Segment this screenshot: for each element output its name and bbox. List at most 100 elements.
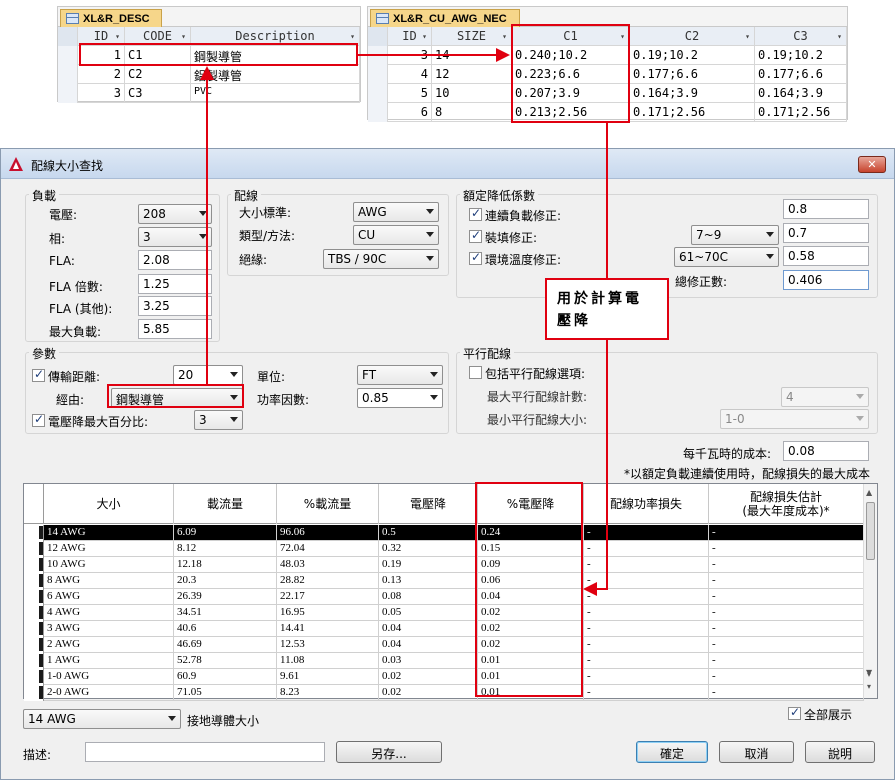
table-cell: -	[584, 637, 709, 653]
row-header[interactable]	[24, 685, 44, 701]
voltage-drop-checkbox[interactable]	[32, 412, 45, 427]
title-bar[interactable]: 配線大小查找 ✕	[1, 149, 894, 179]
distance-checkbox[interactable]	[32, 367, 45, 382]
cost-note: *以額定負載連續使用時，配線損失的最大成本	[624, 467, 871, 481]
row-header[interactable]	[24, 525, 44, 541]
table-row[interactable]: 2-0 AWG 71.05 8.23 0.02 0.01- -	[24, 685, 864, 701]
distance-label: 傳輸距離:	[48, 370, 101, 384]
ok-button[interactable]: 確定	[636, 741, 708, 763]
table-row[interactable]: 6 AWG 26.39 22.17 0.08 0.04- -	[24, 589, 864, 605]
cancel-button[interactable]: 取消	[719, 741, 794, 763]
table-icon	[66, 13, 79, 24]
row-header[interactable]	[24, 637, 44, 653]
max-load-label: 最大負載:	[49, 325, 102, 339]
fill-correction-checkbox[interactable]	[469, 228, 482, 243]
phase-label: 相:	[49, 232, 66, 246]
row-header[interactable]	[24, 589, 44, 605]
awg-table-tab[interactable]: XL&R_CU_AWG_NEC	[370, 9, 520, 27]
col-header-size[interactable]: 大小	[44, 484, 174, 524]
row-header[interactable]	[24, 605, 44, 621]
table-cell: 0.03	[379, 653, 478, 669]
col-header-ampacity-pct[interactable]: %載流量	[277, 484, 379, 524]
col-header-ampacity[interactable]: 載流量	[174, 484, 277, 524]
include-parallel-checkbox[interactable]	[469, 366, 482, 379]
ambient-temp-select[interactable]: 61~70C	[674, 247, 779, 267]
ground-size-select[interactable]: 14 AWG	[23, 709, 181, 729]
table-row[interactable]: 8 AWG 20.3 28.82 0.13 0.06- -	[24, 573, 864, 589]
table-row[interactable]: 4 AWG 34.51 16.95 0.05 0.02- -	[24, 605, 864, 621]
table-cell: -	[584, 589, 709, 605]
fla-other-input[interactable]: 3.25	[138, 296, 212, 316]
scroll-thumb[interactable]	[866, 502, 875, 560]
total-correction-input[interactable]: 0.406	[783, 270, 869, 290]
arrow-head-right-icon	[496, 48, 510, 62]
row-header[interactable]	[24, 621, 44, 637]
help-button[interactable]: 說明	[805, 741, 875, 763]
row-header[interactable]	[24, 557, 44, 573]
select-all-corner[interactable]	[58, 27, 78, 46]
table-row[interactable]: 2 AWG 46.69 12.53 0.04 0.02- -	[24, 637, 864, 653]
table-cell: -	[709, 589, 864, 605]
close-button[interactable]: ✕	[858, 156, 886, 173]
description-input[interactable]	[85, 742, 325, 762]
chevron-down-icon	[426, 232, 434, 237]
col-header-c3[interactable]: C3 ▾	[755, 27, 847, 46]
scroll-up-icon[interactable]: ▲	[866, 488, 872, 497]
voltage-select[interactable]: 208	[138, 204, 212, 224]
max-load-input[interactable]: 5.85	[138, 319, 212, 339]
table-row[interactable]: 3 AWG 40.6 14.41 0.04 0.02- -	[24, 621, 864, 637]
chevron-down-icon	[856, 394, 864, 399]
results-grid[interactable]: 大小 載流量 %載流量 電壓降 %電壓降 配線功率損失 配線損失估計 (最大年度…	[23, 483, 878, 701]
col-header-size[interactable]: SIZE ▾	[432, 27, 512, 46]
save-as-button[interactable]: 另存...	[336, 741, 442, 763]
load-group-label: 負載	[29, 187, 60, 204]
continuous-load-input[interactable]: 0.8	[783, 199, 869, 219]
desc-table-tab[interactable]: XL&R_DESC	[60, 9, 162, 27]
ambient-temp-checkbox[interactable]	[469, 250, 482, 265]
distance-combo[interactable]: 20	[173, 365, 243, 385]
row-header[interactable]	[24, 573, 44, 589]
size-standard-select[interactable]: AWG	[353, 202, 439, 222]
table-row[interactable]: 3 C3 PVC	[58, 84, 360, 103]
select-all-corner[interactable]	[368, 27, 388, 46]
fill-correction-input[interactable]: 0.7	[783, 223, 869, 243]
table-row[interactable]: 12 AWG 8.12 72.04 0.32 0.15- -	[24, 541, 864, 557]
cost-input[interactable]: 0.08	[783, 441, 869, 461]
table-row[interactable]: 1-0 AWG 60.9 9.61 0.02 0.01- -	[24, 669, 864, 685]
col-header-power-loss[interactable]: 配線功率損失	[584, 484, 709, 524]
table-row[interactable]: 1 AWG 52.78 11.08 0.03 0.01- -	[24, 653, 864, 669]
continuous-load-checkbox[interactable]	[469, 206, 482, 221]
table-row[interactable]: 10 AWG 12.18 48.03 0.19 0.09- -	[24, 557, 864, 573]
fla-multiplier-input[interactable]: 1.25	[138, 274, 212, 294]
row-header[interactable]	[24, 653, 44, 669]
type-method-select[interactable]: CU	[353, 225, 439, 245]
col-header-loss-estimate[interactable]: 配線損失估計 (最大年度成本)*	[709, 484, 864, 524]
power-factor-combo[interactable]: 0.85	[357, 388, 443, 408]
fill-correction-select[interactable]: 7~9	[691, 225, 779, 245]
unit-select[interactable]: FT	[357, 365, 443, 385]
insulation-select[interactable]: TBS / 90C	[323, 249, 439, 269]
type-method-label: 類型/方法:	[239, 229, 296, 243]
fla-input[interactable]: 2.08	[138, 250, 212, 270]
ambient-temp-input[interactable]: 0.58	[783, 246, 869, 266]
table-cell: 0.04	[379, 621, 478, 637]
table-cell: 28.82	[277, 573, 379, 589]
size-standard-label: 大小標準:	[239, 206, 292, 220]
min-parallel-size-select[interactable]: 1-0	[720, 409, 869, 429]
table-row[interactable]: 14 AWG 6.09 96.06 0.5 0.24- -	[24, 525, 864, 541]
chevron-down-icon	[430, 395, 438, 400]
col-header-voltage-drop[interactable]: 電壓降	[379, 484, 478, 524]
max-parallel-count-select[interactable]: 4	[781, 387, 869, 407]
voltage-drop-select[interactable]: 3	[194, 410, 243, 430]
phase-select[interactable]: 3	[138, 227, 212, 247]
arrow-line-desc-to-c1	[358, 54, 498, 56]
table-icon	[376, 13, 389, 24]
table-cell: 46.69	[174, 637, 277, 653]
table-cell: -	[709, 541, 864, 557]
col-header-c2[interactable]: C2 ▾	[630, 27, 755, 46]
show-all-checkbox[interactable]	[788, 705, 801, 720]
grid-scrollbar[interactable]: ▲ ▼	[863, 484, 877, 698]
row-header[interactable]	[24, 541, 44, 557]
row-header[interactable]	[24, 669, 44, 685]
col-header-id[interactable]: ID ▾	[388, 27, 432, 46]
